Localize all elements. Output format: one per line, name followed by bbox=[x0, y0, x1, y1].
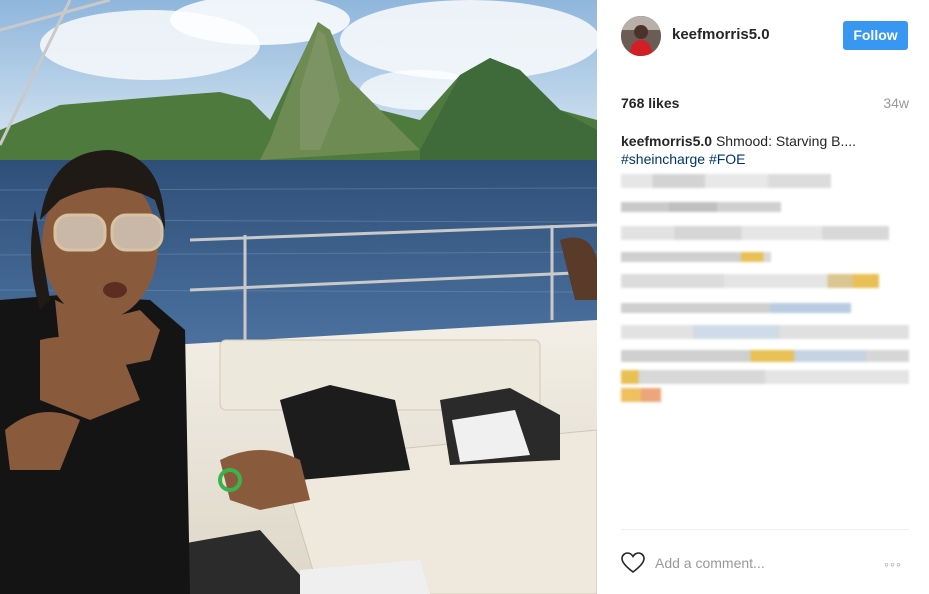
avatar-image bbox=[621, 16, 661, 56]
redacted-comment-line bbox=[621, 350, 909, 362]
comment-input[interactable] bbox=[655, 553, 855, 573]
redacted-comment-line bbox=[621, 303, 851, 313]
post-details-panel: keefmorris5.0 Follow 768 likes 34w keefm… bbox=[597, 0, 929, 594]
caption: keefmorris5.0 Shmood: Starving B.... bbox=[621, 133, 856, 149]
post-photo[interactable] bbox=[0, 0, 597, 594]
redacted-comment-line bbox=[621, 226, 889, 240]
hashtag-link[interactable]: #FOE bbox=[709, 151, 746, 167]
caption-hashtags: #sheincharge #FOE bbox=[621, 151, 746, 167]
post-header: keefmorris5.0 Follow bbox=[597, 0, 929, 72]
follow-button[interactable]: Follow bbox=[843, 21, 908, 50]
redacted-comment-line bbox=[621, 174, 831, 188]
redacted-comment-line bbox=[621, 325, 909, 339]
comment-divider bbox=[621, 529, 909, 530]
redacted-comment-line bbox=[621, 274, 879, 288]
likes-count[interactable]: 768 likes bbox=[621, 95, 679, 111]
redacted-comment-line bbox=[621, 202, 781, 212]
caption-text: Shmood: Starving B.... bbox=[715, 133, 857, 149]
heart-icon[interactable] bbox=[621, 552, 645, 574]
redacted-comment-line bbox=[621, 388, 661, 402]
photo-image bbox=[0, 0, 597, 594]
hashtag-link[interactable]: #sheincharge bbox=[621, 151, 705, 167]
post-age[interactable]: 34w bbox=[883, 95, 909, 111]
redacted-comment-line bbox=[621, 370, 909, 384]
redacted-comment-line bbox=[621, 252, 771, 262]
header-username[interactable]: keefmorris5.0 bbox=[672, 26, 770, 43]
more-options-icon[interactable]: ◦◦◦ bbox=[884, 556, 902, 572]
avatar[interactable] bbox=[621, 16, 661, 56]
caption-username[interactable]: keefmorris5.0 bbox=[621, 133, 712, 149]
